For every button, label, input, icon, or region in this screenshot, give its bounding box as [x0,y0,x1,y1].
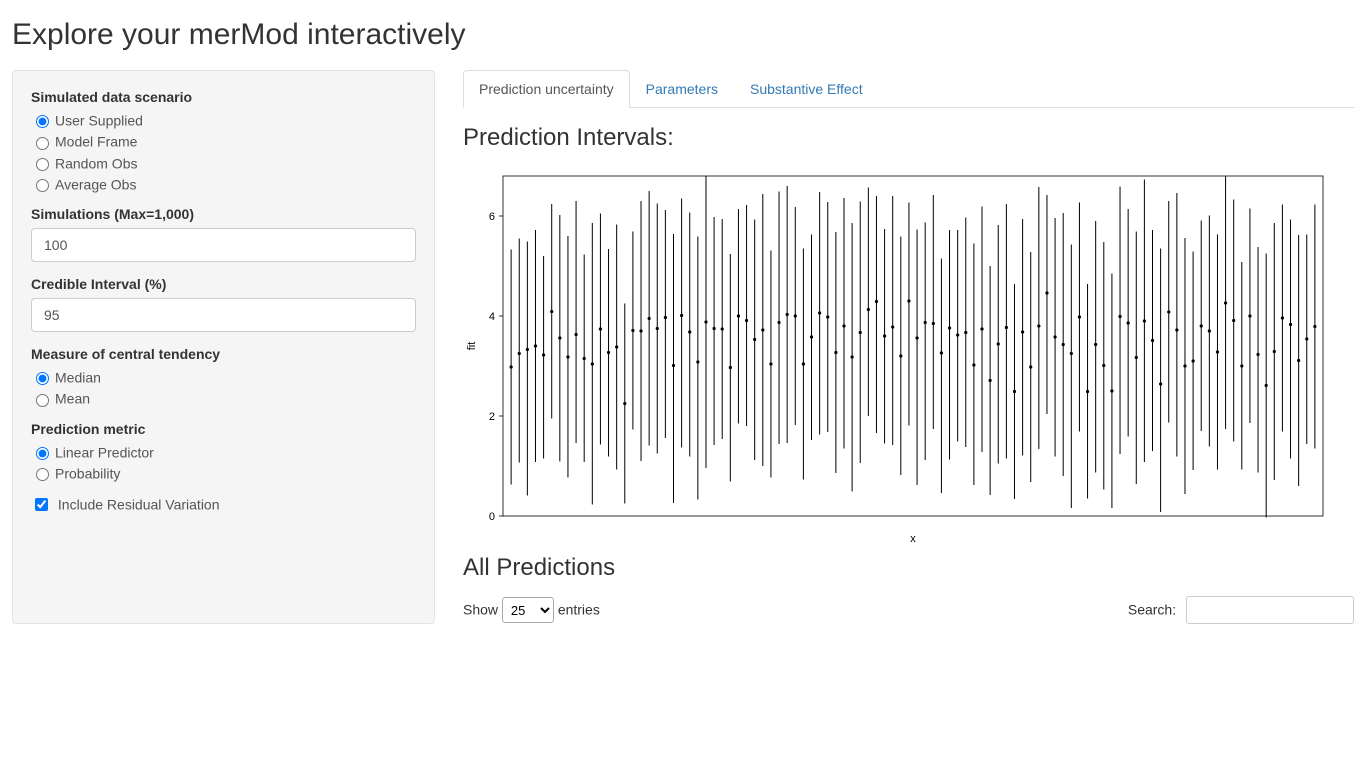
search-control: Search: [1128,596,1354,624]
simulations-label: Simulations (Max=1,000) [31,206,416,222]
main-panel: Prediction uncertaintyParametersSubstant… [435,70,1354,624]
central-option[interactable]: Median [31,368,416,385]
scenario-label: Simulated data scenario [31,89,416,105]
scenario-radio[interactable] [36,158,49,171]
show-prefix: Show [463,602,498,618]
allpred-heading: All Predictions [463,554,1354,582]
entries-select[interactable]: 102550100 [502,597,554,623]
svg-text:x: x [910,533,916,545]
metric-group: Prediction metric Linear Predictor Probab… [31,421,416,482]
search-label: Search: [1128,602,1176,618]
nav-tabs: Prediction uncertaintyParametersSubstant… [463,70,1354,108]
credible-group: Credible Interval (%) [31,276,416,332]
tab-link[interactable]: Substantive Effect [734,70,879,108]
credible-input[interactable] [31,298,416,332]
metric-radio[interactable] [36,468,49,481]
metric-radio[interactable] [36,447,49,460]
central-radio-label[interactable]: Mean [55,391,90,407]
svg-text:0: 0 [489,511,495,523]
central-radio[interactable] [36,372,49,385]
central-radio[interactable] [36,394,49,407]
metric-option[interactable]: Probability [31,464,416,481]
scenario-option[interactable]: Random Obs [31,154,416,171]
residual-checkbox-row[interactable]: Include Residual Variation [31,495,416,514]
scenario-radio-label[interactable]: Random Obs [55,155,137,171]
metric-radio-label[interactable]: Linear Predictor [55,444,154,460]
show-suffix: entries [558,602,600,618]
scenario-radio-label[interactable]: Model Frame [55,134,137,150]
datatable-controls: Show 102550100 entries Search: [463,596,1354,624]
scenario-radio-label[interactable]: Average Obs [55,176,136,192]
central-option[interactable]: Mean [31,389,416,406]
residual-label[interactable]: Include Residual Variation [58,497,220,513]
svg-text:2: 2 [489,411,495,423]
credible-label: Credible Interval (%) [31,276,416,292]
svg-text:6: 6 [489,211,495,223]
scenario-radio[interactable] [36,115,49,128]
scenario-radio[interactable] [36,179,49,192]
scenario-radio[interactable] [36,137,49,150]
tab[interactable]: Substantive Effect [734,70,879,108]
tab-link[interactable]: Parameters [630,70,734,108]
central-group: Measure of central tendency Median Mean [31,346,416,407]
metric-label: Prediction metric [31,421,416,437]
residual-checkbox[interactable] [35,498,48,511]
length-control: Show 102550100 entries [463,597,600,623]
scenario-radio-label[interactable]: User Supplied [55,112,143,128]
prediction-chart: 0 2 4 6 x fit [463,166,1354,546]
tab[interactable]: Parameters [630,70,734,108]
scenario-option[interactable]: Model Frame [31,132,416,149]
simulations-input[interactable] [31,228,416,262]
svg-text:fit: fit [466,342,478,351]
svg-text:4: 4 [489,311,495,323]
scenario-group: Simulated data scenario User Supplied Mod… [31,89,416,192]
tab-link[interactable]: Prediction uncertainty [463,70,630,108]
simulations-group: Simulations (Max=1,000) [31,206,416,262]
tab[interactable]: Prediction uncertainty [463,70,630,108]
metric-option[interactable]: Linear Predictor [31,443,416,460]
central-radio-label[interactable]: Median [55,369,101,385]
central-label: Measure of central tendency [31,346,416,362]
metric-radio-label[interactable]: Probability [55,465,120,481]
sidebar-panel: Simulated data scenario User Supplied Mod… [12,70,435,624]
scenario-option[interactable]: User Supplied [31,111,416,128]
search-input[interactable] [1186,596,1354,624]
scenario-option[interactable]: Average Obs [31,175,416,192]
intervals-heading: Prediction Intervals: [463,124,1354,152]
page-title: Explore your merMod interactively [12,18,1354,52]
